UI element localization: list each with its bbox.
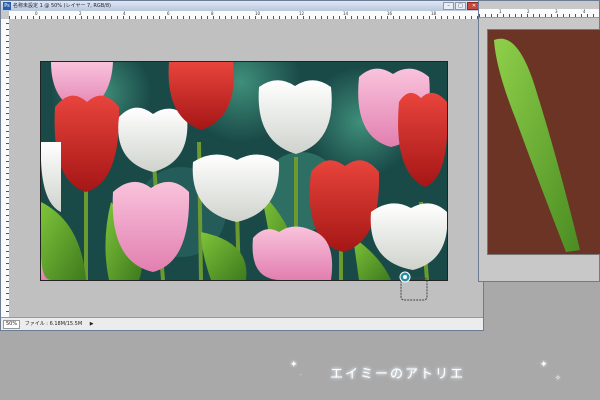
sparkle-icon: ✧ bbox=[555, 374, 561, 382]
ruler-label: 0 bbox=[35, 11, 38, 16]
ruler-label: 1 bbox=[499, 9, 502, 14]
document-title: 名称未設定 1 @ 50% (レイヤー 7, RGB/8) bbox=[13, 3, 111, 9]
sparkle-icon: ✦ bbox=[540, 360, 548, 370]
leaf-layer-canvas[interactable] bbox=[487, 29, 600, 255]
ruler-label: 16 bbox=[387, 11, 393, 16]
maximize-button[interactable]: □ bbox=[455, 2, 466, 10]
tulip-painting bbox=[41, 62, 447, 280]
window-controls: – □ ✕ bbox=[443, 2, 481, 10]
sparkle-icon: ✦ bbox=[290, 360, 298, 370]
document-window: Ps 名称未設定 1 @ 50% (レイヤー 7, RGB/8) – □ ✕ 0… bbox=[0, 0, 484, 331]
photoshop-app-icon: Ps bbox=[3, 2, 11, 10]
ruler-label: 4 bbox=[583, 9, 586, 14]
brush-cursor-icon bbox=[399, 271, 428, 301]
leaf-drawing bbox=[494, 38, 580, 252]
tulip-artwork[interactable] bbox=[40, 61, 448, 281]
ruler-label: 12 bbox=[299, 11, 305, 16]
ruler-label: 3 bbox=[555, 9, 558, 14]
canvas-area[interactable] bbox=[9, 19, 483, 318]
watermark-text: エイミーのアトリエ bbox=[330, 367, 466, 382]
zoom-level-field[interactable]: 50% bbox=[3, 320, 21, 329]
sparkle-icon: · bbox=[300, 372, 302, 379]
ruler-label: 4 bbox=[123, 11, 126, 16]
ruler-label: 2 bbox=[79, 11, 82, 16]
ruler-label: 18 bbox=[431, 11, 437, 16]
status-bar: 50% ファイル : 6.18M/15.5M ▶ bbox=[1, 317, 483, 330]
ruler-label: 6 bbox=[167, 11, 170, 16]
side-document-window: 1 2 3 4 bbox=[478, 0, 600, 282]
ruler-label: 14 bbox=[343, 11, 349, 16]
file-size-info: ファイル : 6.18M/15.5M bbox=[24, 321, 83, 327]
window-titlebar[interactable]: Ps 名称未設定 1 @ 50% (レイヤー 7, RGB/8) – □ ✕ bbox=[1, 1, 483, 11]
ruler-label: 10 bbox=[255, 11, 261, 16]
workspace-background bbox=[0, 331, 600, 400]
side-horizontal-ruler[interactable]: 1 2 3 4 bbox=[479, 9, 599, 18]
minimize-button[interactable]: – bbox=[443, 2, 454, 10]
ruler-label: 2 bbox=[527, 9, 530, 14]
ruler-label: 8 bbox=[211, 11, 214, 16]
status-menu-arrow-icon[interactable]: ▶ bbox=[87, 318, 97, 330]
